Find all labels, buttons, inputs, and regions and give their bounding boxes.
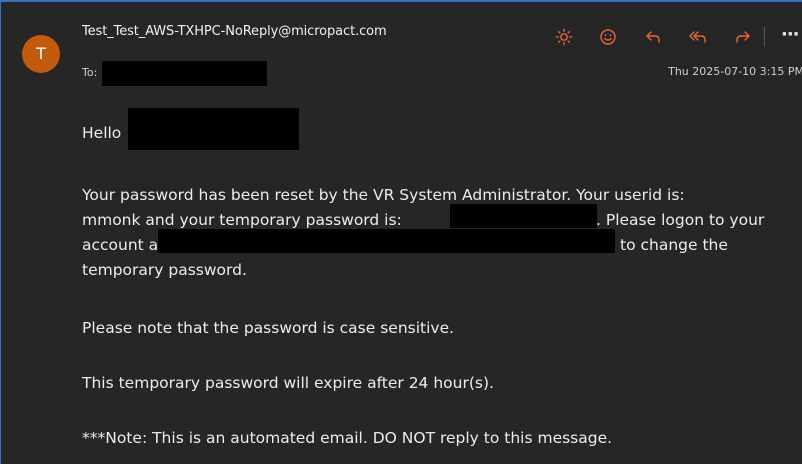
body-line-2b: . Please logon to your xyxy=(596,211,765,229)
body-line-4: temporary password. xyxy=(82,261,247,279)
expiry-note: This temporary password will expire afte… xyxy=(82,374,494,392)
more-options-button[interactable]: ··· xyxy=(781,22,802,52)
brightness-icon xyxy=(555,28,573,46)
reply-all-button[interactable] xyxy=(683,22,713,52)
reply-icon xyxy=(646,31,660,43)
body-line-3b: to change the xyxy=(620,236,728,254)
sender-address[interactable]: Test_Test_AWS-TXHPC-NoReply@micropact.co… xyxy=(82,24,387,39)
message-toolbar: ··· xyxy=(549,22,802,52)
brightness-button[interactable] xyxy=(549,22,579,52)
redacted-name xyxy=(128,108,299,150)
email-reading-pane: T Test_Test_AWS-TXHPC-NoReply@micropact.… xyxy=(0,0,802,464)
redacted-recipient xyxy=(102,61,267,86)
forward-button[interactable] xyxy=(728,22,758,52)
toolbar-divider xyxy=(764,27,765,47)
sender-avatar[interactable]: T xyxy=(22,35,60,73)
redacted-temp-password xyxy=(450,204,597,228)
more-icon: ··· xyxy=(781,24,799,45)
to-label: To: xyxy=(82,66,98,79)
emoji-button[interactable] xyxy=(593,22,623,52)
forward-icon xyxy=(736,31,750,43)
case-sensitive-note: Please note that the password is case se… xyxy=(82,319,455,337)
reply-all-icon xyxy=(689,31,706,43)
greeting: Hello xyxy=(82,124,122,142)
email-date: Thu 2025-07-10 3:15 PM xyxy=(668,65,802,78)
emoji-icon xyxy=(600,29,616,45)
redacted-url xyxy=(158,229,615,253)
automated-email-note: ***Note: This is an automated email. DO … xyxy=(82,429,613,447)
body-line-3a: account at xyxy=(82,236,165,254)
reply-button[interactable] xyxy=(638,22,668,52)
